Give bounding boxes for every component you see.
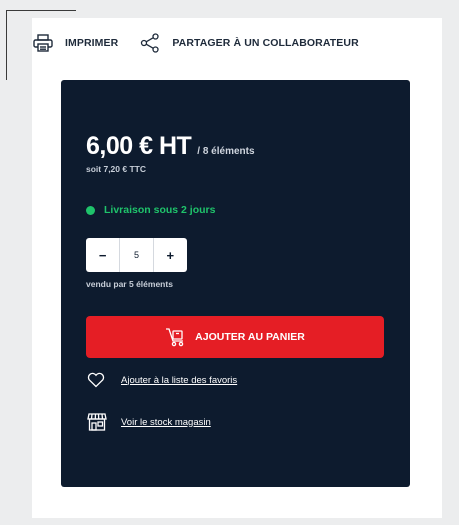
increment-button[interactable]: + <box>154 238 187 272</box>
divider-line <box>6 10 76 11</box>
price-row: 6,00 € HT / 8 éléments <box>86 132 255 161</box>
delivery-status: Livraison sous 2 jours <box>86 204 215 216</box>
toolbar: IMPRIMER PARTAGER À UN COLLABORATEUR <box>33 28 359 58</box>
quantity-input[interactable]: 5 <box>119 238 154 272</box>
store-stock-link[interactable]: Voir le stock magasin <box>87 413 211 431</box>
quantity-stepper: − 5 + <box>86 238 187 272</box>
share-button[interactable]: PARTAGER À UN COLLABORATEUR <box>140 33 359 53</box>
heart-icon <box>87 372 109 388</box>
purchase-panel: 6,00 € HT / 8 éléments soit 7,20 € TTC L… <box>61 80 410 487</box>
print-label: IMPRIMER <box>65 37 119 49</box>
divider-line <box>6 10 7 80</box>
store-icon <box>87 413 109 431</box>
price-unit: / 8 éléments <box>197 146 255 157</box>
sold-by-note: vendu par 5 éléments <box>86 279 173 289</box>
print-button[interactable]: IMPRIMER <box>33 34 118 52</box>
price: 6,00 € HT <box>86 132 192 160</box>
delivery-label: Livraison sous 2 jours <box>104 204 216 216</box>
decrement-button[interactable]: − <box>86 238 119 272</box>
printer-icon <box>33 34 53 52</box>
cart-icon <box>165 327 187 347</box>
page: IMPRIMER PARTAGER À UN COLLABORATEUR 6,0… <box>0 0 459 525</box>
favorites-link[interactable]: Ajouter à la liste des favoris <box>87 372 237 388</box>
status-dot-icon <box>86 205 95 215</box>
add-to-cart-label: AJOUTER AU PANIER <box>195 331 305 343</box>
store-stock-label[interactable]: Voir le stock magasin <box>121 417 211 428</box>
price-ttc: soit 7,20 € TTC <box>86 164 146 174</box>
favorites-label[interactable]: Ajouter à la liste des favoris <box>121 375 237 386</box>
add-to-cart-button[interactable]: AJOUTER AU PANIER <box>86 316 384 358</box>
share-label: PARTAGER À UN COLLABORATEUR <box>172 37 359 49</box>
share-icon <box>140 33 160 53</box>
